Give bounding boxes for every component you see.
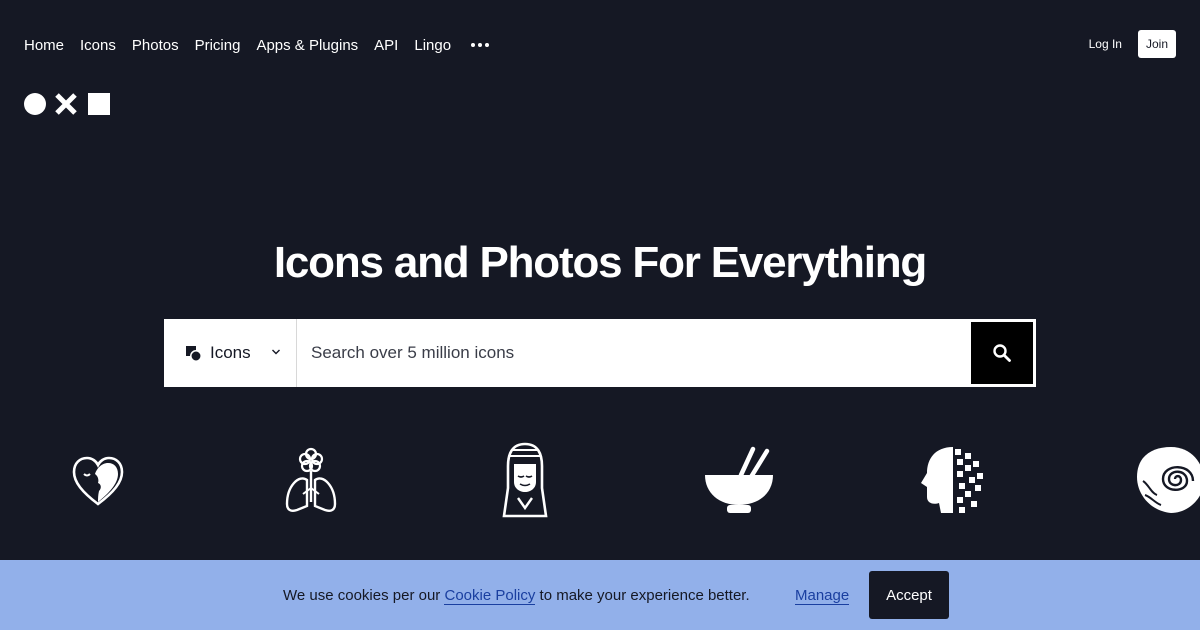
cookie-banner: We use cookies per our Cookie Policy to … (0, 560, 1200, 630)
search-bar: Icons (164, 319, 1036, 387)
nav-home[interactable]: Home (24, 37, 64, 54)
search-icon (993, 344, 1011, 362)
lungs-flower-icon[interactable] (271, 440, 351, 520)
nav-photos[interactable]: Photos (132, 37, 179, 54)
nav-pricing[interactable]: Pricing (195, 37, 241, 54)
mortar-pestle-bowl-icon[interactable] (699, 440, 779, 520)
pixel-head-icon[interactable] (913, 440, 993, 520)
accept-cookies-button[interactable]: Accept (869, 571, 949, 619)
nav-icons[interactable]: Icons (80, 37, 116, 54)
chevron-down-icon (271, 348, 281, 356)
search-type-label: Icons (210, 343, 251, 362)
login-link[interactable]: Log In (1089, 37, 1122, 51)
search-button[interactable] (971, 322, 1033, 384)
cookie-text-after: to make your experience better. (535, 587, 750, 604)
hero-title: Icons and Photos For Everything (273, 238, 927, 287)
nav-lingo[interactable]: Lingo (414, 37, 451, 54)
cookie-policy-link[interactable]: Cookie Policy (444, 587, 536, 605)
noun-project-logo[interactable] (24, 92, 110, 116)
logo-cross-icon (55, 93, 77, 115)
more-dots-icon[interactable] (471, 35, 490, 55)
nav-api[interactable]: API (374, 37, 398, 54)
cookie-message: We use cookies per our Cookie Policy to … (283, 587, 750, 605)
woman-portrait-icon[interactable] (485, 440, 565, 520)
cookie-text-before: We use cookies per our (283, 587, 445, 604)
auth-links: Log In Join (1089, 30, 1176, 58)
search-input[interactable] (297, 319, 971, 387)
spiral-brain-icon[interactable] (1127, 440, 1200, 520)
nav-apps-plugins[interactable]: Apps & Plugins (256, 37, 358, 54)
heart-face-icon[interactable] (58, 440, 138, 520)
logo-square-icon (88, 93, 110, 115)
search-type-dropdown[interactable]: Icons (164, 319, 297, 387)
main-nav: Home Icons Photos Pricing Apps & Plugins… (24, 34, 490, 56)
join-button[interactable]: Join (1137, 30, 1176, 58)
manage-cookies-link[interactable]: Manage (795, 587, 850, 605)
icons-category-icon (185, 345, 202, 362)
showcase-icons (0, 440, 1200, 520)
logo-circle-icon (24, 93, 46, 115)
